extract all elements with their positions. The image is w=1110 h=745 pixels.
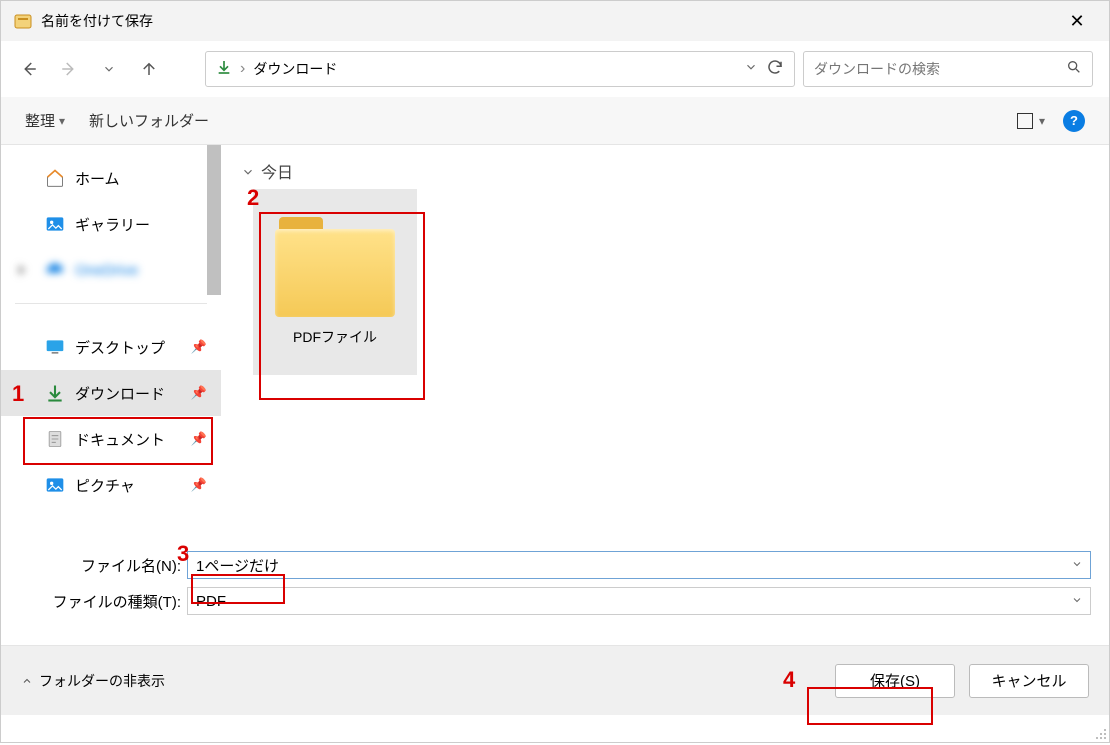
cancel-button[interactable]: キャンセル xyxy=(969,664,1089,698)
back-button[interactable] xyxy=(17,57,41,81)
pin-icon: 📌 xyxy=(191,477,207,493)
pin-icon: 📌 xyxy=(191,431,207,447)
help-button[interactable]: ? xyxy=(1063,110,1085,132)
view-square-icon xyxy=(1017,113,1033,129)
desktop-icon xyxy=(45,337,65,357)
search-box[interactable] xyxy=(803,51,1093,87)
nav-row: › ダウンロード xyxy=(1,41,1109,97)
sidebar-item-gallery[interactable]: ギャラリー xyxy=(1,201,221,247)
filename-label: ファイル名(N): xyxy=(19,555,181,576)
sidebar-separator xyxy=(15,303,207,304)
sidebar-item-pictures[interactable]: ピクチャ 📌 xyxy=(1,462,221,508)
filetype-label: ファイルの種類(T): xyxy=(19,591,181,612)
save-button[interactable]: 保存(S) xyxy=(835,664,955,698)
organize-button[interactable]: 整理 ▾ xyxy=(25,110,65,131)
folder-name: PDFファイル xyxy=(293,327,377,347)
bottom-inputs: ファイル名(N): 1ページだけ ファイルの種類(T): PDF xyxy=(1,537,1109,623)
sidebar-label: OneDrive xyxy=(75,262,138,279)
filename-row: ファイル名(N): 1ページだけ xyxy=(19,547,1091,583)
sidebar-item-documents[interactable]: ドキュメント 📌 xyxy=(1,416,221,462)
breadcrumb-separator: › xyxy=(240,60,245,78)
onedrive-icon xyxy=(45,260,65,280)
recent-button[interactable] xyxy=(97,57,121,81)
filename-value: 1ページだけ xyxy=(196,555,279,576)
footer: フォルダーの非表示 保存(S) キャンセル xyxy=(1,645,1109,715)
sidebar-item-home[interactable]: ホーム xyxy=(1,155,221,201)
filetype-select[interactable]: PDF xyxy=(187,587,1091,615)
hide-folders-label: フォルダーの非表示 xyxy=(39,671,165,691)
download-icon xyxy=(216,59,232,80)
titlebar: 名前を付けて保存 ✕ xyxy=(1,1,1109,41)
home-icon xyxy=(45,168,65,188)
address-bar[interactable]: › ダウンロード xyxy=(205,51,795,87)
body-area: ホーム ギャラリー OneDrive デスクトップ 📌 xyxy=(1,145,1109,537)
up-button[interactable] xyxy=(137,57,161,81)
search-input[interactable] xyxy=(814,61,1066,77)
refresh-button[interactable] xyxy=(766,58,784,81)
path-chevron-icon[interactable] xyxy=(744,60,758,79)
sidebar-item-desktop[interactable]: デスクトップ 📌 xyxy=(1,324,221,370)
filetype-value: PDF xyxy=(196,593,226,610)
pictures-icon xyxy=(45,475,65,495)
sidebar: ホーム ギャラリー OneDrive デスクトップ 📌 xyxy=(1,145,221,537)
gallery-icon xyxy=(45,214,65,234)
close-button[interactable]: ✕ xyxy=(1057,11,1097,32)
filetype-row: ファイルの種類(T): PDF xyxy=(19,583,1091,619)
group-header-today: 今日 xyxy=(261,159,293,183)
folder-icon xyxy=(275,217,395,317)
window-title: 名前を付けて保存 xyxy=(41,11,153,31)
filetype-dropdown-icon[interactable] xyxy=(1068,593,1086,610)
download-icon xyxy=(45,383,65,403)
nav-buttons xyxy=(17,57,197,81)
document-icon xyxy=(45,429,65,449)
toolbar: 整理 ▾ 新しいフォルダー ▾ ? xyxy=(1,97,1109,145)
forward-button[interactable] xyxy=(57,57,81,81)
sidebar-item-downloads[interactable]: ダウンロード 📌 xyxy=(1,370,221,416)
sidebar-label: ギャラリー xyxy=(75,214,150,235)
organize-label: 整理 xyxy=(25,110,55,131)
sidebar-item-onedrive[interactable]: OneDrive xyxy=(1,247,221,293)
filename-input[interactable]: 1ページだけ xyxy=(187,551,1091,579)
sidebar-label: ドキュメント xyxy=(75,429,165,450)
sidebar-label: ダウンロード xyxy=(75,383,165,404)
view-button[interactable]: ▾ xyxy=(1017,113,1045,129)
path-label: ダウンロード xyxy=(253,59,736,79)
app-icon xyxy=(13,11,33,31)
resize-grip[interactable] xyxy=(1093,726,1107,740)
content-view: 今日 PDFファイル xyxy=(221,145,1109,537)
pin-icon: 📌 xyxy=(191,385,207,401)
search-icon xyxy=(1066,59,1082,80)
folder-item[interactable]: PDFファイル xyxy=(253,189,417,375)
hide-folders-toggle[interactable]: フォルダーの非表示 xyxy=(21,671,165,691)
sidebar-label: ピクチャ xyxy=(75,475,135,496)
new-folder-button[interactable]: 新しいフォルダー xyxy=(89,110,209,131)
pin-icon: 📌 xyxy=(191,339,207,355)
filename-dropdown-icon[interactable] xyxy=(1068,557,1086,574)
sidebar-label: ホーム xyxy=(75,168,120,189)
group-chevron[interactable] xyxy=(241,165,255,184)
sidebar-label: デスクトップ xyxy=(75,337,165,358)
